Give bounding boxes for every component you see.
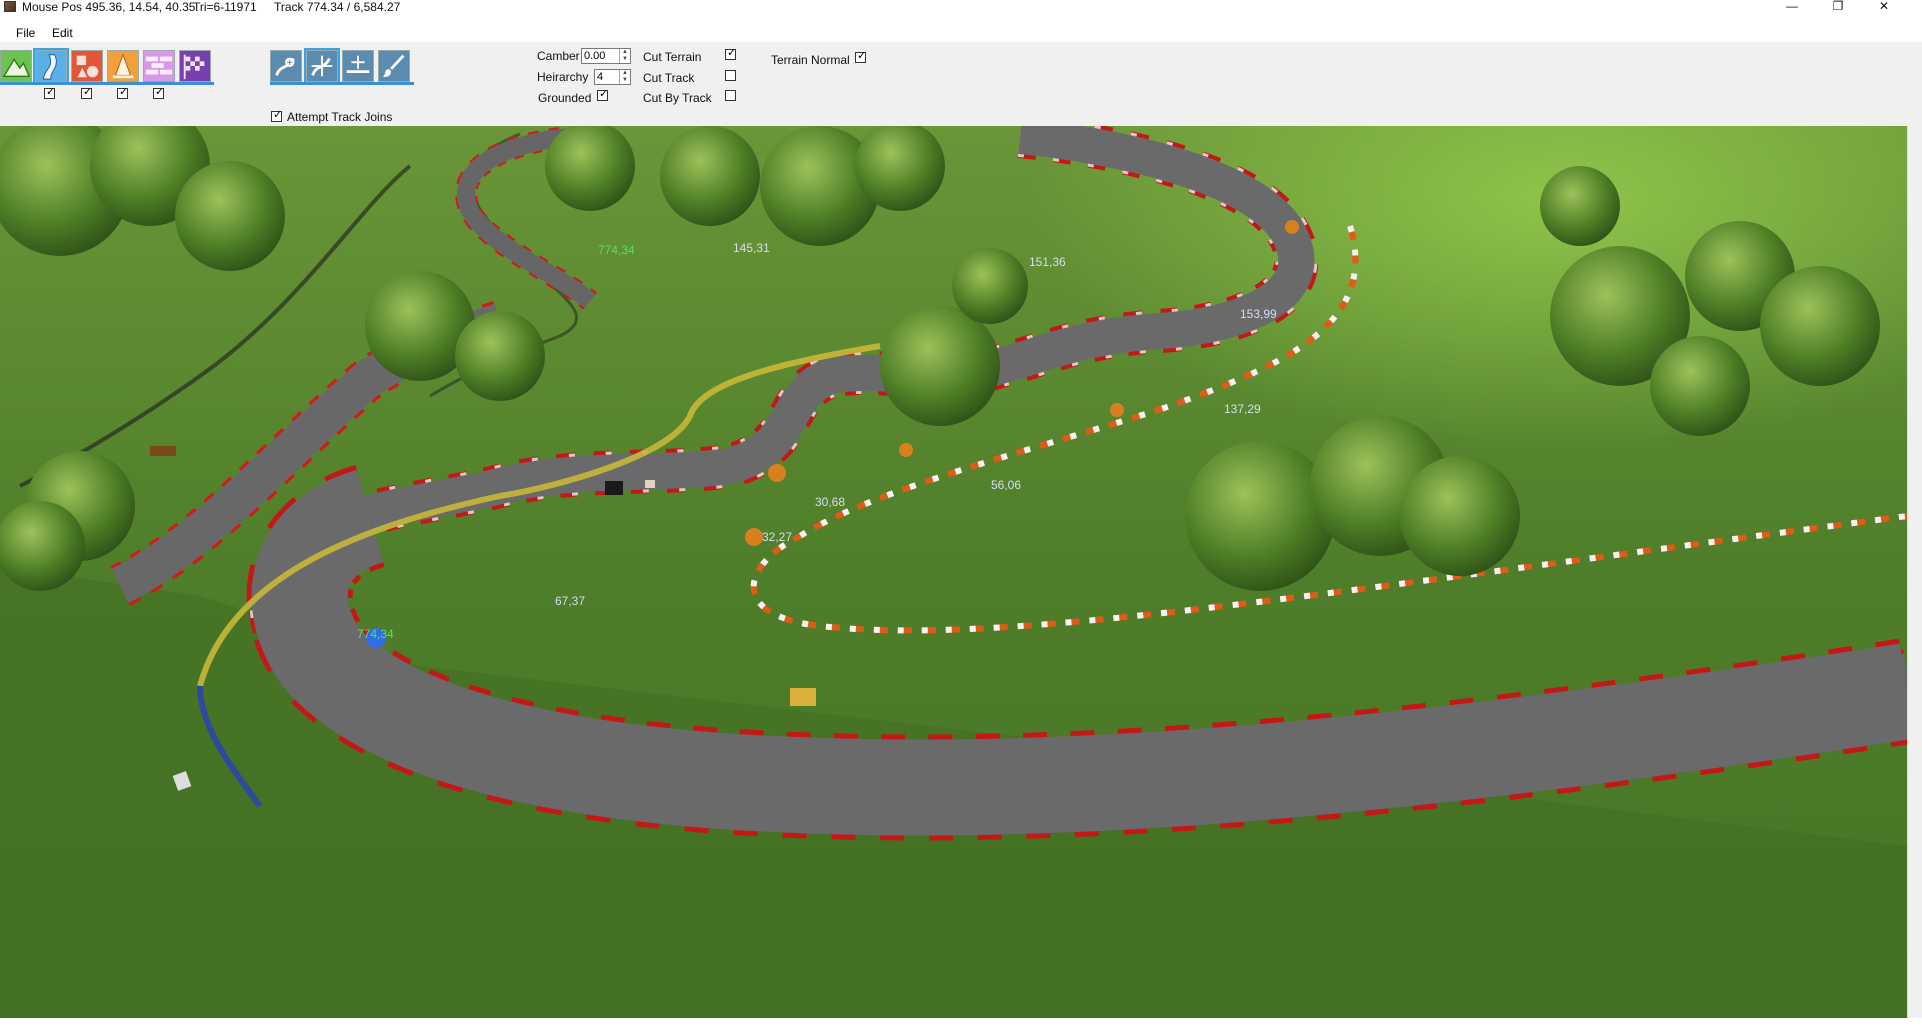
- spin-up-icon[interactable]: ▲: [620, 70, 630, 77]
- track-node[interactable]: [1110, 403, 1124, 417]
- track-node[interactable]: [1285, 220, 1299, 234]
- add-node-icon: +: [271, 51, 301, 81]
- terrain-normal-label: Terrain Normal: [771, 53, 850, 67]
- grounded-label: Grounded: [538, 91, 592, 105]
- title-bar: Mouse Pos 495.36, 14.54, 40.35 Tri=6-119…: [0, 0, 1922, 14]
- mountain-icon: [1, 51, 31, 81]
- grounded-checkbox[interactable]: ✓: [597, 88, 608, 101]
- insert-node-tool-button[interactable]: [342, 50, 374, 82]
- track-editor-window: Mouse Pos 495.36, 14.54, 40.35 Tri=6-119…: [0, 0, 1922, 1036]
- toolbar: ✓ ✓ ✓ ✓ + ✓ Attempt Track Joins Camber 0…: [0, 42, 1922, 126]
- cut-by-track-label: Cut By Track: [643, 91, 712, 105]
- app-icon: [4, 1, 16, 12]
- triangle-readout: Tri=6-11971: [193, 0, 257, 14]
- distance-marker-start: 774,34: [598, 243, 635, 257]
- mouse-pos-readout: Mouse Pos 495.36, 14.54, 40.35: [22, 0, 196, 14]
- track-node[interactable]: [899, 443, 913, 457]
- heirarchy-arrows[interactable]: ▲ ▼: [619, 70, 630, 84]
- objects-visible-checkbox[interactable]: ✓: [81, 86, 92, 99]
- track-node[interactable]: [745, 528, 763, 546]
- distance-marker-selected: 774,34: [357, 627, 394, 641]
- close-button[interactable]: ✕: [1864, 0, 1904, 14]
- heirarchy-value: 4: [597, 71, 604, 83]
- maximize-button[interactable]: ❐: [1818, 0, 1858, 14]
- track-node[interactable]: [768, 464, 786, 482]
- insert-node-icon: [343, 51, 373, 81]
- paint-brush-icon: [379, 51, 409, 81]
- move-node-tool-button[interactable]: [304, 48, 340, 84]
- mode-tools-underline: [0, 82, 214, 85]
- heirarchy-spinner[interactable]: 4 ▲ ▼: [594, 69, 631, 85]
- spin-down-icon[interactable]: ▼: [620, 77, 630, 84]
- vertical-scrollbar[interactable]: [1907, 126, 1922, 1018]
- track-visible-checkbox[interactable]: ✓: [44, 86, 55, 99]
- shapes-icon: [72, 51, 102, 81]
- terrain-normal-checkbox[interactable]: ✓: [855, 50, 866, 63]
- distance-marker: 145,31: [733, 241, 770, 255]
- camber-spinner[interactable]: 0.00 ▲ ▼: [581, 48, 631, 64]
- attempt-track-joins-label: Attempt Track Joins: [287, 110, 393, 124]
- track-scene[interactable]: 774,34 145,31 151,36 153,99 137,29 56,06…: [0, 126, 1907, 1018]
- cut-track-checkbox[interactable]: [725, 70, 736, 81]
- edit-tools-underline: [270, 82, 414, 85]
- terrain-tool-button[interactable]: [0, 50, 32, 82]
- road-icon: [36, 51, 66, 81]
- 3d-viewport[interactable]: 774,34 145,31 151,36 153,99 137,29 56,06…: [0, 126, 1907, 1018]
- menu-file[interactable]: File: [14, 24, 37, 42]
- cut-by-track-checkbox[interactable]: [725, 90, 736, 101]
- bottom-strip: [0, 1018, 1922, 1036]
- camber-label: Camber: [537, 49, 580, 63]
- distance-marker: 32,27: [762, 530, 792, 544]
- distance-marker: 56,06: [991, 478, 1021, 492]
- menu-bar: File Edit: [0, 24, 1922, 42]
- track-tool-button[interactable]: [33, 48, 69, 84]
- menu-edit[interactable]: Edit: [50, 24, 75, 42]
- scenery-tool-button[interactable]: [107, 50, 139, 82]
- cones-icon: [108, 51, 138, 81]
- scenery-visible-checkbox[interactable]: ✓: [117, 86, 128, 99]
- attempt-track-joins-checkbox[interactable]: ✓: [271, 109, 282, 122]
- objects-tool-button[interactable]: [71, 50, 103, 82]
- spin-up-icon[interactable]: ▲: [620, 49, 630, 56]
- bricks-icon: [144, 51, 174, 81]
- cut-terrain-checkbox[interactable]: ✓: [725, 47, 736, 60]
- track-length-readout: Track 774.34 / 6,584.27: [274, 0, 401, 14]
- distance-marker: 30,68: [815, 495, 845, 509]
- distance-marker: 151,36: [1029, 255, 1066, 269]
- checkered-flag-icon: [180, 51, 210, 81]
- cut-terrain-label: Cut Terrain: [643, 50, 702, 64]
- minimize-button[interactable]: —: [1772, 0, 1812, 14]
- move-node-icon: [307, 51, 337, 81]
- distance-marker: 153,99: [1240, 307, 1277, 321]
- distance-marker: 67,37: [555, 594, 585, 608]
- heirarchy-label: Heirarchy: [537, 70, 589, 84]
- distance-marker: 137,29: [1224, 402, 1261, 416]
- paint-tool-button[interactable]: [378, 50, 410, 82]
- cut-track-label: Cut Track: [643, 71, 695, 85]
- walls-visible-checkbox[interactable]: ✓: [153, 86, 164, 99]
- svg-text:+: +: [286, 57, 293, 67]
- add-node-tool-button[interactable]: +: [270, 50, 302, 82]
- walls-tool-button[interactable]: [143, 50, 175, 82]
- camber-value: 0.00: [584, 50, 606, 62]
- finish-tool-button[interactable]: [179, 50, 211, 82]
- camber-arrows[interactable]: ▲ ▼: [619, 49, 630, 63]
- spin-down-icon[interactable]: ▼: [620, 56, 630, 63]
